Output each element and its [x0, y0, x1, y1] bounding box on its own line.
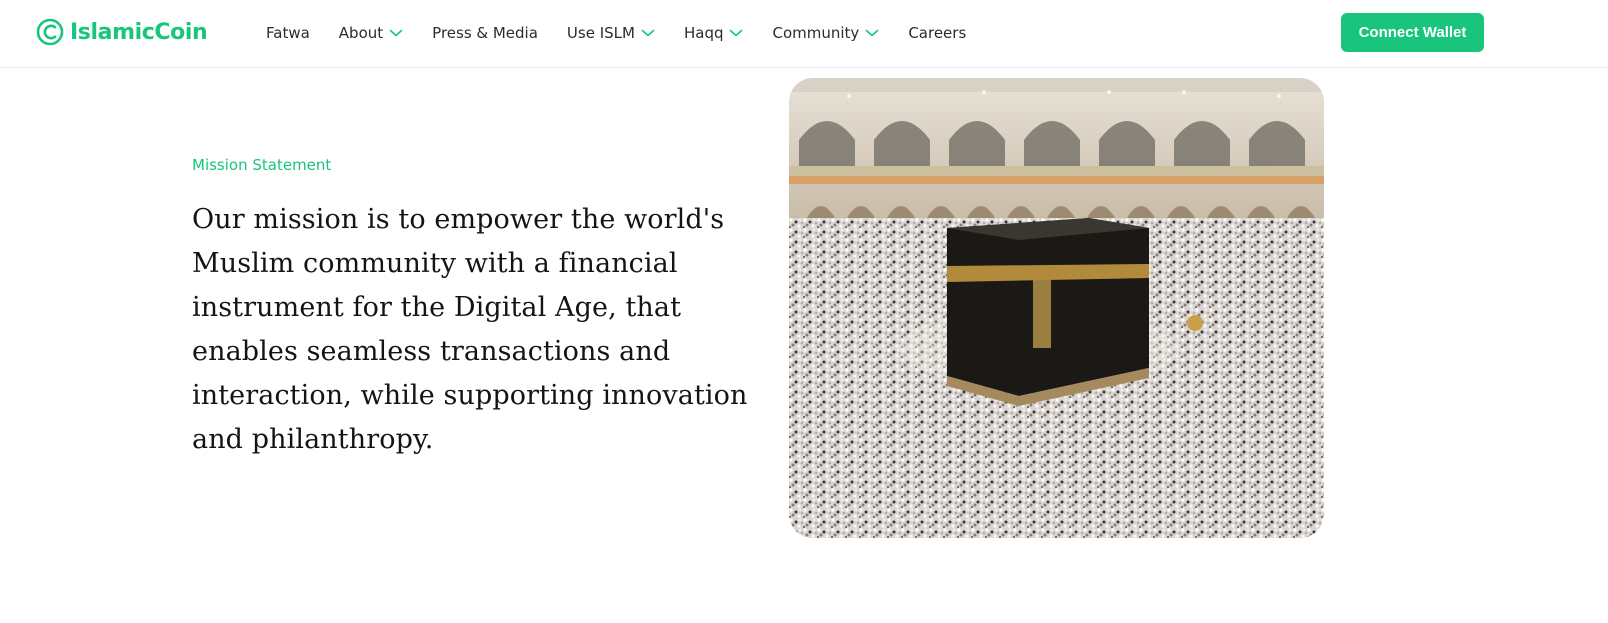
nav-item-label: Community: [772, 24, 860, 42]
chevron-down-icon: [389, 28, 403, 38]
mission-statement: Our mission is to empower the world's Mu…: [192, 204, 748, 455]
nav-item-label: Haqq: [683, 24, 724, 42]
nav-item-label: Press & Media: [432, 24, 538, 42]
logo-text: IslamicCoin: [70, 19, 208, 45]
nav-item-label: Use ISLM: [566, 24, 635, 42]
top-navigation-bar: IslamicCoin Fatwa About Press & Media Use I…: [0, 0, 1608, 68]
kaaba-crowd-photo: [789, 78, 1324, 538]
main-nav: Fatwa About Press & Media Use ISLM Haqq Commu…: [266, 20, 995, 46]
chevron-down-icon: [641, 28, 655, 38]
nav-item-fatwa[interactable]: Fatwa: [266, 24, 310, 42]
nav-item-use-islm[interactable]: Use ISLM: [567, 24, 655, 42]
connect-wallet-button[interactable]: Connect Wallet: [1341, 13, 1484, 52]
nav-item-community[interactable]: Community: [772, 24, 879, 42]
nav-item-label: Fatwa: [266, 24, 310, 42]
nav-item-haqq[interactable]: Haqq: [684, 24, 744, 42]
nav-item-about[interactable]: About: [339, 24, 403, 42]
islamiccoin-logo[interactable]: IslamicCoin: [36, 16, 208, 48]
kaaba-photo-illustration: [789, 78, 1324, 538]
chevron-down-icon: [729, 28, 743, 38]
chevron-down-icon: [865, 28, 879, 38]
logo-crescent-icon: [36, 18, 64, 46]
nav-item-press-media[interactable]: Press & Media: [432, 24, 538, 42]
nav-item-label: Careers: [908, 24, 967, 42]
nav-item-careers[interactable]: Careers: [908, 24, 966, 42]
section-eyebrow: Mission Statement: [192, 156, 332, 174]
nav-item-label: About: [338, 24, 384, 42]
